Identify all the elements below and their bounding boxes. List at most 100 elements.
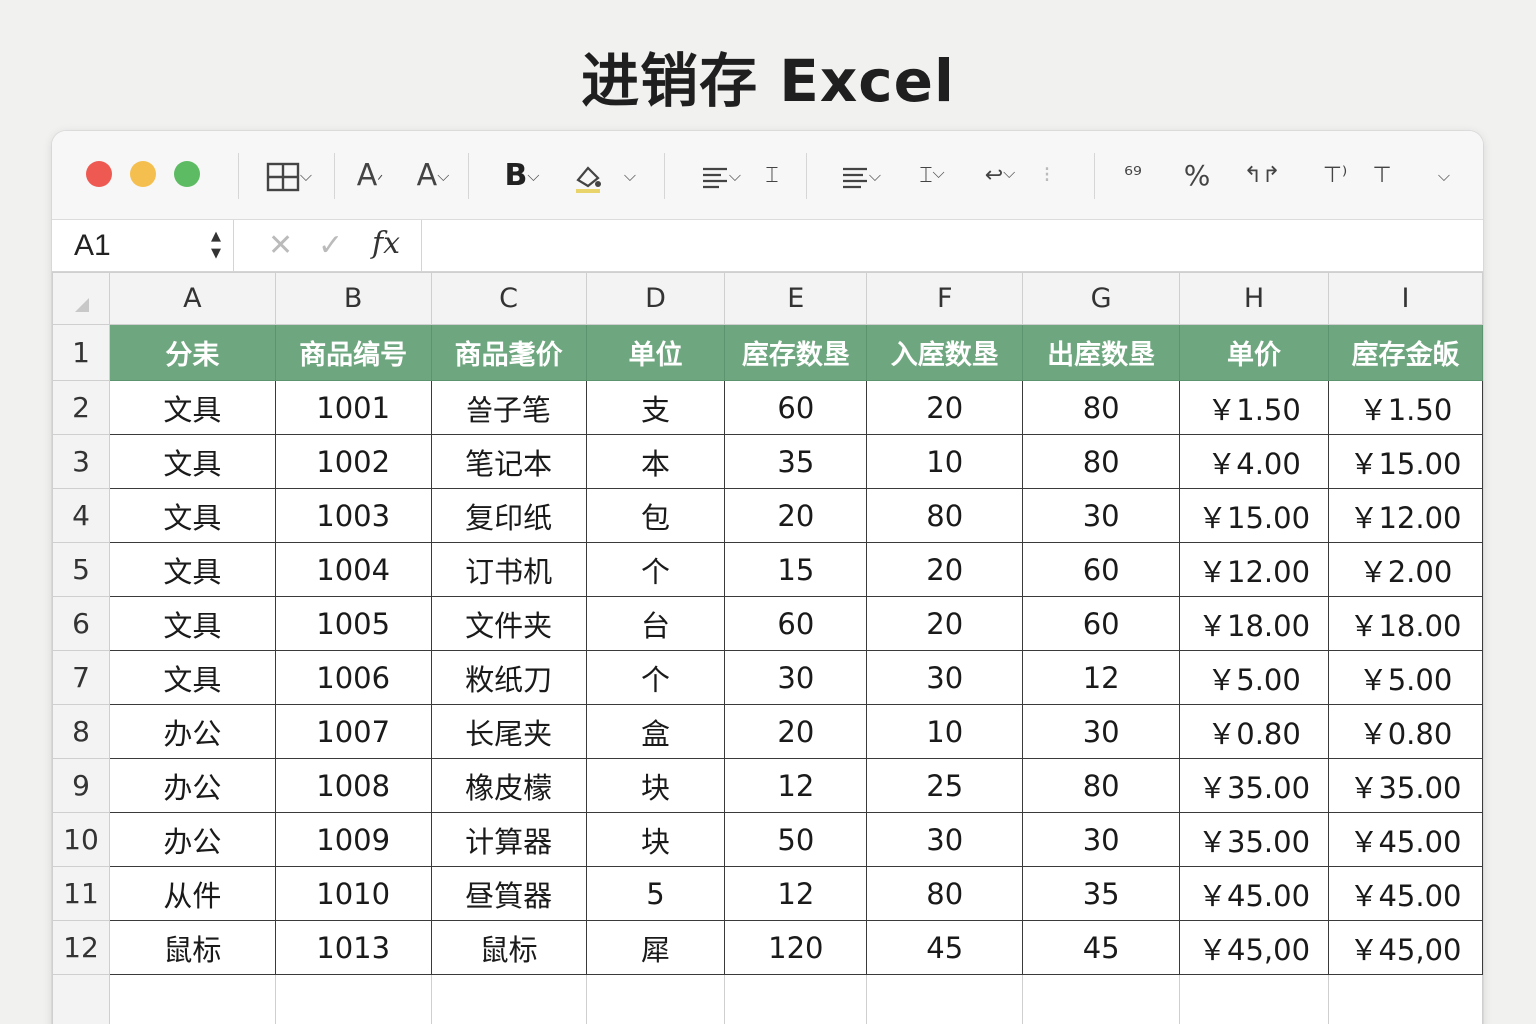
table-cell[interactable]: 12 [724,866,868,921]
table-cell[interactable]: ￥45,00 [1179,920,1330,975]
table-cell[interactable]: 文具 [108,596,276,651]
table-cell[interactable]: ￥0.80 [1328,704,1483,759]
table-cell[interactable]: ￥45,00 [1328,920,1483,975]
header-cell[interactable]: 庢存金皈 [1328,324,1483,381]
table-cell[interactable]: 12 [724,758,868,813]
table-cell[interactable]: ￥45.00 [1328,866,1483,921]
row-header[interactable]: 11 [52,866,110,921]
table-cell[interactable] [585,974,726,1024]
table-cell[interactable]: 15 [724,542,868,597]
table-cell[interactable]: 1004 [274,542,432,597]
table-cell[interactable]: 鼠标 [430,920,587,975]
table-cell[interactable]: 80 [866,866,1024,921]
table-cell[interactable]: 文具 [108,380,276,435]
column-header-d[interactable]: D [585,272,726,325]
table-cell[interactable]: 20 [724,488,868,543]
column-header-b[interactable]: B [274,272,432,325]
table-cell[interactable]: ￥12.00 [1179,542,1330,597]
cancel-icon[interactable]: ✕ [268,228,293,264]
table-cell[interactable]: 1003 [274,488,432,543]
row-header[interactable]: 6 [52,596,110,651]
sort-button[interactable]: ⊤ [1372,157,1392,195]
table-cell[interactable] [108,974,276,1024]
table-cell[interactable] [274,974,432,1024]
table-cell[interactable]: 20 [866,596,1024,651]
align-horizontal-button[interactable]: ⌵ [690,157,752,195]
table-cell[interactable]: 1001 [274,380,432,435]
table-cell[interactable]: 45 [1022,920,1181,975]
borders-button[interactable]: ⌵ [256,157,322,195]
table-cell[interactable]: ￥4.00 [1179,434,1330,489]
table-cell[interactable]: 块 [585,812,726,867]
wrap-text-button[interactable]: ↩⌵ [970,157,1030,195]
table-cell[interactable]: ￥45.00 [1328,812,1483,867]
table-cell[interactable]: 1010 [274,866,432,921]
vertical-align-button[interactable]: ⌶ [760,157,784,195]
text-position-button[interactable]: ⌶⌵ [904,157,960,195]
table-cell[interactable]: ￥15.00 [1179,488,1330,543]
table-cell[interactable]: 昼筫器 [430,866,587,921]
row-header[interactable]: 8 [52,704,110,759]
close-window-button[interactable] [86,161,112,187]
row-header[interactable]: 3 [52,434,110,489]
table-cell[interactable]: 50 [724,812,868,867]
table-cell[interactable]: 45 [866,920,1024,975]
table-cell[interactable]: 35 [724,434,868,489]
confirm-icon[interactable]: ✓ [318,228,343,264]
row-header[interactable]: 9 [52,758,110,813]
table-cell[interactable]: ￥2.00 [1328,542,1483,597]
table-cell[interactable]: 10 [866,704,1024,759]
row-header[interactable] [52,974,110,1024]
table-cell[interactable]: 办公 [108,812,276,867]
merge-cells-button[interactable]: ⁝ [1038,157,1056,195]
number-format-button[interactable]: ⁶⁹ [1114,157,1152,195]
column-header-g[interactable]: G [1022,272,1181,325]
table-cell[interactable]: 1008 [274,758,432,813]
table-cell[interactable]: 30 [866,650,1024,705]
table-cell[interactable]: ￥5.00 [1328,650,1483,705]
table-cell[interactable] [866,974,1024,1024]
table-cell[interactable]: 1007 [274,704,432,759]
table-cell[interactable]: ￥0.80 [1179,704,1330,759]
table-cell[interactable]: 支 [585,380,726,435]
table-cell[interactable] [1328,974,1483,1024]
name-box-stepper[interactable]: ▲ ▼ [208,228,224,264]
font-size-down-button[interactable]: A⌵ [408,157,458,195]
table-cell[interactable] [1179,974,1330,1024]
column-header-i[interactable]: I [1328,272,1483,325]
table-cell[interactable]: ￥18.00 [1179,596,1330,651]
table-cell[interactable]: 80 [1022,434,1181,489]
column-header-a[interactable]: A [108,272,276,325]
table-cell[interactable]: 笔记本 [430,434,587,489]
header-cell[interactable]: 出庢数垦 [1022,324,1181,381]
row-header[interactable]: 5 [52,542,110,597]
table-cell[interactable] [430,974,587,1024]
table-cell[interactable]: ￥1.50 [1179,380,1330,435]
table-cell[interactable]: 10 [866,434,1024,489]
table-cell[interactable]: 块 [585,758,726,813]
table-cell[interactable]: 60 [1022,596,1181,651]
table-cell[interactable]: 文具 [108,542,276,597]
table-cell[interactable]: 个 [585,542,726,597]
header-cell[interactable]: 单位 [585,324,726,381]
name-box[interactable]: A1 [52,220,234,272]
table-cell[interactable]: 文具 [108,488,276,543]
formula-input[interactable] [424,220,1474,272]
table-cell[interactable]: 敉纸刀 [430,650,587,705]
row-header[interactable]: 12 [52,920,110,975]
table-cell[interactable]: 쏠子笔 [430,380,587,435]
percent-button[interactable]: % [1180,157,1214,195]
insert-button[interactable]: ⊤⁾ [1318,157,1352,195]
table-cell[interactable]: 20 [866,380,1024,435]
header-cell[interactable]: 商品耄价 [430,324,587,381]
header-cell[interactable]: 分耒 [108,324,276,381]
table-cell[interactable] [1022,974,1181,1024]
table-cell[interactable]: 办公 [108,704,276,759]
row-header[interactable]: 1 [52,324,110,381]
table-cell[interactable]: 1006 [274,650,432,705]
table-cell[interactable]: 20 [724,704,868,759]
more-options-button[interactable]: ⌵ [1432,157,1456,195]
table-cell[interactable]: 80 [866,488,1024,543]
table-cell[interactable]: ￥5.00 [1179,650,1330,705]
table-cell[interactable]: 文具 [108,434,276,489]
